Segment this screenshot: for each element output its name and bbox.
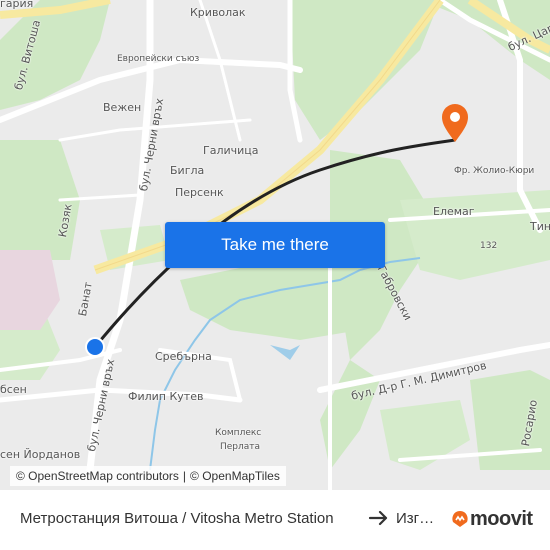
map-attribution: © OpenStreetMap contributors | © OpenMap… — [10, 466, 286, 486]
street-label: Тин — [530, 220, 550, 233]
moovit-logo-text: moovit — [470, 507, 533, 530]
street-label: Сребърна — [155, 350, 212, 363]
map-view[interactable]: Криволак Европейски съюз Вежен бул. Черн… — [0, 0, 550, 490]
street-label: Фр. Жолио-Кюри — [454, 166, 535, 176]
arrow-right-icon — [368, 510, 388, 526]
street-label: Елемаг — [433, 205, 475, 218]
destination-name: Изгрев — [396, 510, 442, 527]
street-label: Бигла — [170, 164, 205, 177]
osm-attribution-link[interactable]: © OpenStreetMap contributors — [16, 469, 179, 483]
street-label: Европейски съюз — [117, 54, 200, 64]
street-label: Филип Кутев — [128, 390, 204, 403]
moovit-logo-icon — [452, 511, 468, 527]
street-label: бсен — [0, 383, 27, 396]
area-label: Перлата — [220, 442, 261, 452]
street-label: Персенк — [175, 186, 224, 199]
attribution-separator: | — [182, 469, 187, 483]
street-label: сен Йорданов — [0, 448, 81, 461]
moovit-logo: moovit — [450, 506, 533, 532]
street-label: Криволак — [190, 6, 246, 19]
area-label: Комплекс — [215, 428, 262, 438]
street-label: Вежен — [103, 101, 142, 114]
take-me-there-button[interactable]: Take me there — [165, 222, 385, 268]
street-label: гария — [0, 0, 34, 10]
road-number-label: 132 — [480, 241, 498, 251]
origin-station-name: Метростанция Витоша / Vitosha Metro Stat… — [20, 510, 334, 527]
street-label: Галичица — [203, 144, 259, 157]
omt-attribution-link[interactable]: © OpenMapTiles — [190, 469, 280, 483]
